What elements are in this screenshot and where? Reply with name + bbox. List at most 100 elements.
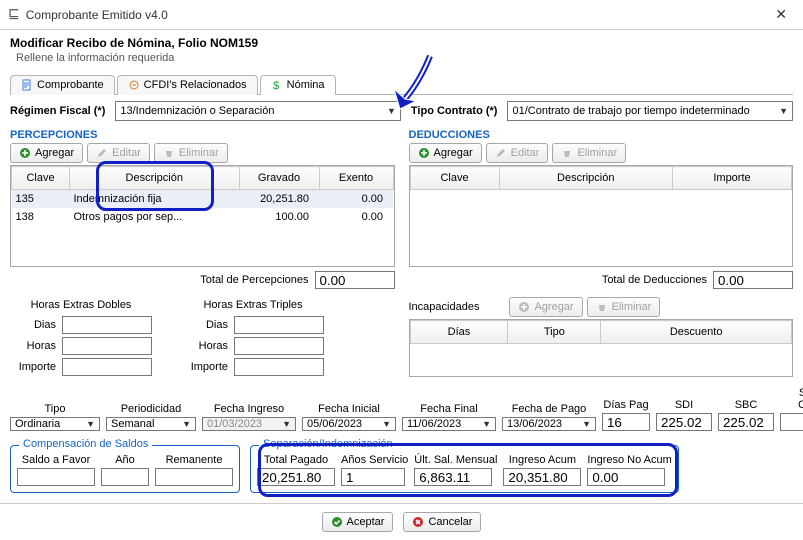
incap-delete-button[interactable]: Eliminar — [587, 297, 661, 317]
document-icon — [21, 79, 33, 91]
sbc-input[interactable] — [718, 413, 774, 431]
table-row[interactable]: 138 Otros pagos por sep... 100.00 0.00 — [12, 208, 394, 226]
col-dias[interactable]: Días — [410, 321, 508, 344]
deduc-edit-button[interactable]: Editar — [486, 143, 549, 163]
reman-header: Remanente — [155, 454, 233, 466]
percep-delete-button[interactable]: Eliminar — [154, 143, 228, 163]
ult-header: Últ. Sal. Mensual — [414, 454, 497, 466]
separacion-group: Separación/Indemnización Total Pagado Añ… — [250, 445, 679, 493]
svg-text:$: $ — [273, 80, 279, 91]
tipo-contrato-value: 01/Contrato de trabajo por tiempo indete… — [512, 105, 749, 117]
period-combo[interactable]: Semanal▼ — [106, 417, 196, 431]
btn-label: Cancelar — [428, 516, 472, 528]
fecha-inicial-input[interactable]: 05/06/2023▼ — [302, 417, 396, 431]
btn-label: Eliminar — [577, 147, 617, 159]
horas-label: Horas — [182, 340, 228, 352]
form-subtitle: Rellene la información requerida — [10, 52, 793, 64]
percep-edit-button[interactable]: Editar — [87, 143, 150, 163]
saldo-input[interactable] — [17, 468, 95, 486]
fecha-pago-input[interactable]: 13/06/2023▼ — [502, 417, 596, 431]
col-clave[interactable]: Clave — [410, 167, 499, 190]
cell-grav: 100.00 — [239, 208, 319, 226]
deduc-add-button[interactable]: Agregar — [409, 143, 482, 163]
triples-dias-input[interactable] — [234, 316, 324, 334]
total-deduc-input[interactable] — [713, 271, 793, 289]
cell-desc: Otros pagos por sep... — [70, 208, 240, 226]
fecha-ingreso-input[interactable]: 01/03/2023▼ — [202, 417, 296, 431]
col-descripcion[interactable]: Descripción — [499, 167, 673, 190]
col-importe[interactable]: Importe — [673, 167, 792, 190]
trash-icon — [163, 147, 175, 159]
comp-saldos-group: Compensación de Saldos Saldo a Favor Año… — [10, 445, 240, 493]
tab-nomina[interactable]: $ Nómina — [260, 75, 336, 95]
tipo-contrato-combo[interactable]: 01/Contrato de trabajo por tiempo indete… — [507, 101, 793, 121]
cancel-button[interactable]: Cancelar — [403, 512, 481, 532]
saldo-header: Saldo a Favor — [17, 454, 95, 466]
accept-button[interactable]: Aceptar — [322, 512, 394, 532]
col-descripcion[interactable]: Descripción — [70, 167, 240, 190]
col-tipo[interactable]: Tipo — [508, 321, 601, 344]
triples-horas-input[interactable] — [234, 337, 324, 355]
subsidio-input[interactable] — [780, 413, 803, 431]
sdi-header: SDI — [656, 399, 712, 411]
horas-dobles-title: Horas Extras Dobles — [10, 299, 152, 311]
col-gravado[interactable]: Gravado — [239, 167, 319, 190]
iacum-input[interactable] — [503, 468, 581, 486]
cell-clave: 138 — [12, 208, 70, 226]
fini-header: Fecha Inicial — [302, 403, 396, 415]
tipo-combo[interactable]: Ordinaria▼ — [10, 417, 100, 431]
tab-cfdis[interactable]: CFDI's Relacionados — [117, 75, 258, 95]
incap-grid[interactable]: Días Tipo Descuento — [409, 319, 794, 377]
dias-pag-input[interactable] — [602, 413, 650, 431]
regimen-value: 13/Indemnización o Separación — [120, 105, 274, 117]
totpag-input[interactable] — [257, 468, 335, 486]
totpag-header: Total Pagado — [257, 454, 335, 466]
money-icon: $ — [271, 79, 283, 91]
col-exento[interactable]: Exento — [319, 167, 393, 190]
btn-label: Agregar — [35, 147, 74, 159]
close-button[interactable]: ✕ — [767, 2, 795, 27]
horas-triples-title: Horas Extras Triples — [182, 299, 324, 311]
inacum-input[interactable] — [587, 468, 665, 486]
btn-label: Editar — [112, 147, 141, 159]
col-clave[interactable]: Clave — [12, 167, 70, 190]
plus-icon — [518, 301, 530, 313]
chevron-down-icon: ▼ — [282, 419, 291, 429]
importe-label: Importe — [182, 361, 228, 373]
ano-input[interactable] — [101, 468, 149, 486]
anos-input[interactable] — [341, 468, 405, 486]
period-header: Periodicidad — [106, 403, 196, 415]
total-deduc-label: Total de Deducciones — [602, 274, 707, 286]
ffin-header: Fecha Final — [402, 403, 496, 415]
grid-header-row: Clave Descripción Gravado Exento — [12, 167, 394, 190]
dobles-horas-input[interactable] — [62, 337, 152, 355]
total-percep-input[interactable] — [315, 271, 395, 289]
fpago-header: Fecha de Pago — [502, 403, 596, 415]
dobles-importe-input[interactable] — [62, 358, 152, 376]
col-descuento[interactable]: Descuento — [601, 321, 792, 344]
dobles-dias-input[interactable] — [62, 316, 152, 334]
fecha-final-input[interactable]: 11/06/2023▼ — [402, 417, 496, 431]
incap-add-button[interactable]: Agregar — [509, 297, 582, 317]
btn-label: Eliminar — [612, 301, 652, 313]
grid-header-row: Días Tipo Descuento — [410, 321, 792, 344]
regimen-combo[interactable]: 13/Indemnización o Separación ▼ — [115, 101, 401, 121]
cell-clave: 135 — [12, 190, 70, 209]
ult-input[interactable] — [414, 468, 492, 486]
trash-icon — [596, 301, 608, 313]
percep-add-button[interactable]: Agregar — [10, 143, 83, 163]
deduc-grid[interactable]: Clave Descripción Importe — [409, 165, 794, 267]
reman-input[interactable] — [155, 468, 233, 486]
importe-label: Importe — [10, 361, 56, 373]
deduc-delete-button[interactable]: Eliminar — [552, 143, 626, 163]
tab-label: Nómina — [287, 79, 325, 91]
triples-importe-input[interactable] — [234, 358, 324, 376]
tab-comprobante[interactable]: Comprobante — [10, 75, 115, 95]
pencil-icon — [96, 147, 108, 159]
btn-label: Agregar — [534, 301, 573, 313]
percep-grid[interactable]: Clave Descripción Gravado Exento 135 Ind… — [10, 165, 395, 267]
table-row[interactable]: 135 Indemnización fija 20,251.80 0.00 — [12, 190, 394, 209]
subs-header: Subsidio Causado — [780, 387, 803, 411]
diaspag-header: Días Pag — [602, 399, 650, 411]
sdi-input[interactable] — [656, 413, 712, 431]
